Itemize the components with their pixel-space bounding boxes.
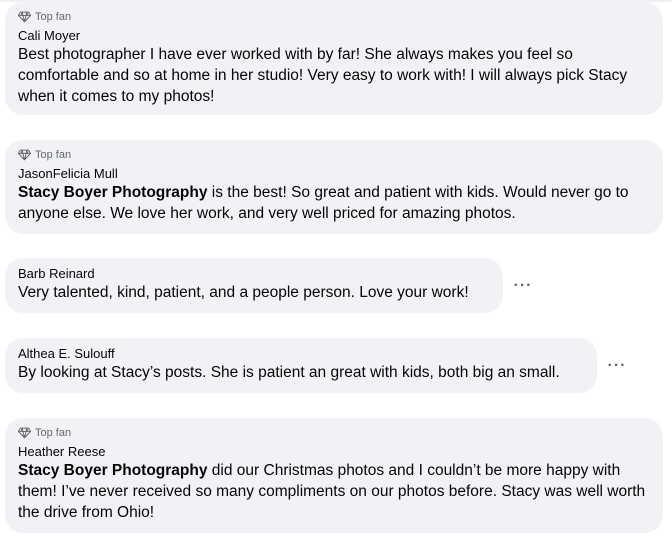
comment-item: Top fan Cali Moyer Best photographer I h… xyxy=(5,2,663,115)
top-fan-badge[interactable]: Top fan xyxy=(18,9,650,25)
comment-text: Stacy Boyer Photography is the best! So … xyxy=(18,182,650,224)
badge-label: Top fan xyxy=(35,149,72,161)
comment-feed: Top fan Cali Moyer Best photographer I h… xyxy=(0,0,672,535)
comment-text: Stacy Boyer Photography did our Christma… xyxy=(18,460,650,523)
comment-bubble: Barb Reinard Very talented, kind, patien… xyxy=(5,258,503,313)
comment-text: Very talented, kind, patient, and a peop… xyxy=(18,282,490,303)
comment-item: Althea E. Sulouff By looking at Stacy’s … xyxy=(5,338,631,393)
badge-label: Top fan xyxy=(35,11,72,23)
author-name[interactable]: Cali Moyer xyxy=(18,27,650,44)
author-name[interactable]: Althea E. Sulouff xyxy=(18,345,584,362)
comment-bubble: Top fan JasonFelicia Mull Stacy Boyer Ph… xyxy=(5,140,663,234)
page-mention-link[interactable]: Stacy Boyer Photography xyxy=(18,184,208,201)
comment-body: Best photographer I have ever worked wit… xyxy=(18,46,628,105)
comment-item: Top fan JasonFelicia Mull Stacy Boyer Ph… xyxy=(5,140,663,234)
comment-bubble: Top fan Heather Reese Stacy Boyer Photog… xyxy=(5,418,663,533)
comment-bubble: Top fan Cali Moyer Best photographer I h… xyxy=(5,2,663,115)
author-name[interactable]: Heather Reese xyxy=(18,443,650,460)
badge-label: Top fan xyxy=(35,427,72,439)
comment-text: By looking at Stacy’s posts. She is pati… xyxy=(18,362,584,383)
diamond-icon xyxy=(18,427,31,439)
diamond-icon xyxy=(18,149,31,161)
author-name[interactable]: JasonFelicia Mull xyxy=(18,165,650,182)
top-fan-badge[interactable]: Top fan xyxy=(18,425,650,441)
more-options-button[interactable]: ··· xyxy=(509,272,537,300)
comment-bubble: Althea E. Sulouff By looking at Stacy’s … xyxy=(5,338,597,393)
comment-body: Very talented, kind, patient, and a peop… xyxy=(18,284,469,301)
top-fan-badge[interactable]: Top fan xyxy=(18,147,650,163)
comment-text: Best photographer I have ever worked wit… xyxy=(18,44,650,107)
page-mention-link[interactable]: Stacy Boyer Photography xyxy=(18,462,208,479)
diamond-icon xyxy=(18,11,31,23)
comment-item: Barb Reinard Very talented, kind, patien… xyxy=(5,258,537,313)
author-name[interactable]: Barb Reinard xyxy=(18,265,490,282)
comment-item: Top fan Heather Reese Stacy Boyer Photog… xyxy=(5,418,663,533)
more-options-button[interactable]: ··· xyxy=(603,352,631,380)
comment-body: By looking at Stacy’s posts. She is pati… xyxy=(18,364,560,381)
